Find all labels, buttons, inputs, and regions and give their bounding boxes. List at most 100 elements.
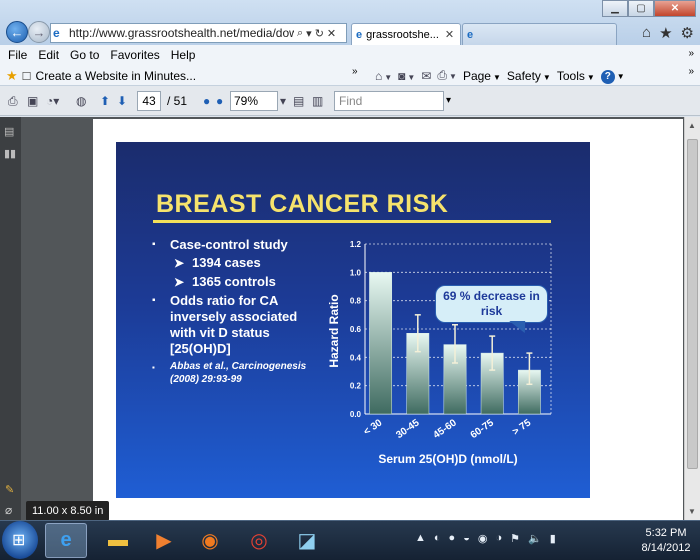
find-input[interactable]: Find bbox=[334, 91, 444, 111]
page-size-tooltip: 11.00 x 8.50 in bbox=[26, 501, 110, 521]
feeds-icon[interactable]: ◙ ▼ bbox=[398, 69, 415, 83]
slide-title: BREAST CANCER RISK bbox=[156, 190, 449, 218]
snipping-taskbar-icon[interactable]: ◪ bbox=[286, 523, 328, 558]
clock-time: 5:32 PM bbox=[645, 527, 687, 539]
scroll-down-icon[interactable]: ▼ bbox=[688, 507, 696, 516]
y-tick-label: 1.2 bbox=[350, 240, 362, 249]
previous-page-icon[interactable]: ⬆ bbox=[100, 94, 110, 108]
bullet-icon: ▪ bbox=[152, 239, 156, 250]
zoom-out-icon[interactable]: ● bbox=[203, 94, 210, 108]
tray-app-icon[interactable]: ◉ bbox=[478, 532, 488, 545]
arrow-right-icon: → bbox=[32, 24, 46, 40]
close-tab-icon[interactable]: ✕ bbox=[445, 28, 454, 41]
scrollbar-thumb[interactable] bbox=[687, 139, 698, 469]
chrome-taskbar-icon[interactable]: ◎ bbox=[238, 523, 280, 558]
print-icon[interactable]: ⎙ ▼ bbox=[437, 68, 457, 83]
fit-width-icon[interactable]: ▥ bbox=[312, 94, 323, 108]
tray-app-icon[interactable]: ● bbox=[449, 532, 456, 545]
zoom-input[interactable]: 79% bbox=[230, 91, 278, 111]
tools-menu[interactable]: Tools ▼ bbox=[557, 69, 595, 83]
address-bar[interactable]: e http://www.grassrootshealth.net/media/… bbox=[50, 23, 347, 43]
paperclip-icon[interactable]: ⌀ bbox=[5, 503, 12, 517]
share-icon[interactable]: ◔▾ bbox=[46, 94, 59, 108]
bullet-subitem: ➤ 1394 cases bbox=[150, 255, 322, 271]
citation: ▪ Abbas et al., Carcinogenesis (2008) 29:… bbox=[150, 360, 322, 386]
x-tick-label: 60-75 bbox=[469, 417, 497, 441]
menu-edit[interactable]: Edit bbox=[38, 48, 59, 62]
bookmarks-panel-icon[interactable]: ▮▮ bbox=[4, 147, 16, 160]
tray-app-icon[interactable]: ◒ bbox=[463, 532, 470, 545]
flag-icon[interactable]: ⚑ bbox=[510, 532, 520, 545]
tools-icon[interactable]: ✎ bbox=[5, 483, 14, 496]
gear-icon[interactable]: ⚙ bbox=[681, 24, 694, 42]
dropdown-icon[interactable]: ▾ bbox=[306, 27, 312, 40]
tray-app-icon[interactable]: ◑ bbox=[495, 532, 502, 545]
forward-button[interactable]: → bbox=[28, 21, 50, 43]
x-tick-label: 45-60 bbox=[431, 417, 459, 441]
y-tick-label: 1.0 bbox=[350, 268, 362, 277]
maximize-button[interactable]: ▢ bbox=[628, 0, 654, 17]
command-buttons: ⌂ ▼ ◙ ▼ ✉ ⎙ ▼ Page ▼ Safety ▼ Tools ▼ ? ▼ bbox=[375, 68, 625, 84]
explorer-taskbar-icon[interactable]: ▬ bbox=[97, 523, 139, 558]
minimize-button[interactable]: ▁ bbox=[602, 0, 628, 17]
zoom-dropdown-icon[interactable]: ▾ bbox=[280, 94, 286, 108]
page-menu[interactable]: Page ▼ bbox=[463, 69, 501, 83]
menu-file[interactable]: File bbox=[8, 48, 27, 62]
fit-page-icon[interactable]: ▤ bbox=[293, 94, 304, 108]
scroll-up-icon[interactable]: ▲ bbox=[688, 121, 696, 130]
save-icon[interactable]: ▣ bbox=[27, 94, 38, 108]
firefox-taskbar-icon[interactable]: ◉ bbox=[189, 523, 231, 558]
tray-app-icon[interactable]: ◐ bbox=[434, 532, 441, 545]
print-icon[interactable]: ⎙ bbox=[8, 94, 18, 109]
menu-goto[interactable]: Go to bbox=[70, 48, 99, 62]
menu-favorites[interactable]: Favorites bbox=[110, 48, 159, 62]
stop-icon[interactable]: ✕ bbox=[327, 27, 336, 40]
search-icon[interactable]: ⌕ bbox=[297, 27, 303, 40]
media-player-taskbar-icon[interactable]: ▶ bbox=[143, 523, 185, 558]
favorites-item[interactable]: ★ ☐ Create a Website in Minutes... bbox=[6, 68, 196, 84]
favorites-star-icon[interactable]: ★ bbox=[659, 24, 672, 42]
refresh-icon[interactable]: ↻ bbox=[315, 27, 324, 40]
bullet-list: ▪ Case-control study ➤ 1394 cases ➤ 1365 co… bbox=[150, 237, 322, 388]
home-icon[interactable]: ⌂ ▼ bbox=[375, 69, 392, 83]
pages-panel-icon[interactable]: ▤ bbox=[4, 125, 14, 138]
chevron-icon[interactable]: » bbox=[352, 66, 358, 77]
browser-right-icons: ⌂ ★ ⚙ bbox=[642, 24, 694, 42]
title-underline bbox=[153, 220, 551, 223]
close-window-button[interactable]: ✕ bbox=[654, 0, 696, 17]
home-icon[interactable]: ⌂ bbox=[642, 24, 651, 42]
back-button[interactable]: ← bbox=[6, 21, 28, 43]
y-axis-label: Hazard Ratio bbox=[327, 294, 341, 367]
favorites-star-icon: ★ bbox=[6, 68, 18, 83]
ie-taskbar-icon[interactable]: e bbox=[45, 523, 87, 558]
bullet-text: 1394 cases bbox=[192, 255, 261, 270]
tray-app-icon[interactable]: ▲ bbox=[415, 532, 426, 545]
safety-menu-label: Safety bbox=[506, 68, 541, 83]
bullet-text: Odds ratio for CA inversely associated w… bbox=[170, 293, 298, 356]
safety-menu[interactable]: Safety ▼ bbox=[507, 69, 551, 83]
url-text[interactable]: http://www.grassrootshealth.net/media/do… bbox=[69, 26, 294, 40]
chevron-icon[interactable]: » bbox=[688, 66, 694, 77]
network-icon[interactable]: ▮ bbox=[550, 532, 556, 545]
help-menu[interactable]: ? ▼ bbox=[600, 68, 625, 84]
menu-help[interactable]: Help bbox=[171, 48, 196, 62]
taskbar-clock[interactable]: 5:32 PM 8/14/2012 bbox=[636, 526, 696, 556]
start-button[interactable] bbox=[2, 521, 38, 559]
mail-icon[interactable]: ✉ bbox=[421, 69, 431, 83]
page-number-input[interactable]: 43 bbox=[137, 91, 161, 111]
page-menu-label: Page bbox=[462, 68, 491, 83]
volume-icon[interactable]: 🔈 bbox=[528, 532, 542, 545]
callout-text: 69 % decrease in risk bbox=[443, 289, 540, 318]
tab-inactive[interactable]: e bbox=[462, 23, 617, 45]
bar bbox=[369, 272, 393, 415]
globe-icon[interactable]: ◍ bbox=[76, 94, 86, 108]
y-tick-label: 0.2 bbox=[350, 382, 362, 391]
vertical-scrollbar[interactable]: ▲ ▼ bbox=[684, 117, 700, 520]
zoom-in-icon[interactable]: ● bbox=[216, 94, 223, 108]
tab-active[interactable]: e grassrootshe... ✕ bbox=[351, 23, 461, 45]
chevron-icon[interactable]: » bbox=[688, 48, 694, 59]
window-controls: ▁ ▢ ✕ bbox=[602, 0, 696, 17]
next-page-icon[interactable]: ⬇ bbox=[117, 94, 127, 108]
site-icon: ☐ bbox=[21, 70, 32, 83]
find-dropdown-icon[interactable]: ▾ bbox=[446, 95, 451, 106]
